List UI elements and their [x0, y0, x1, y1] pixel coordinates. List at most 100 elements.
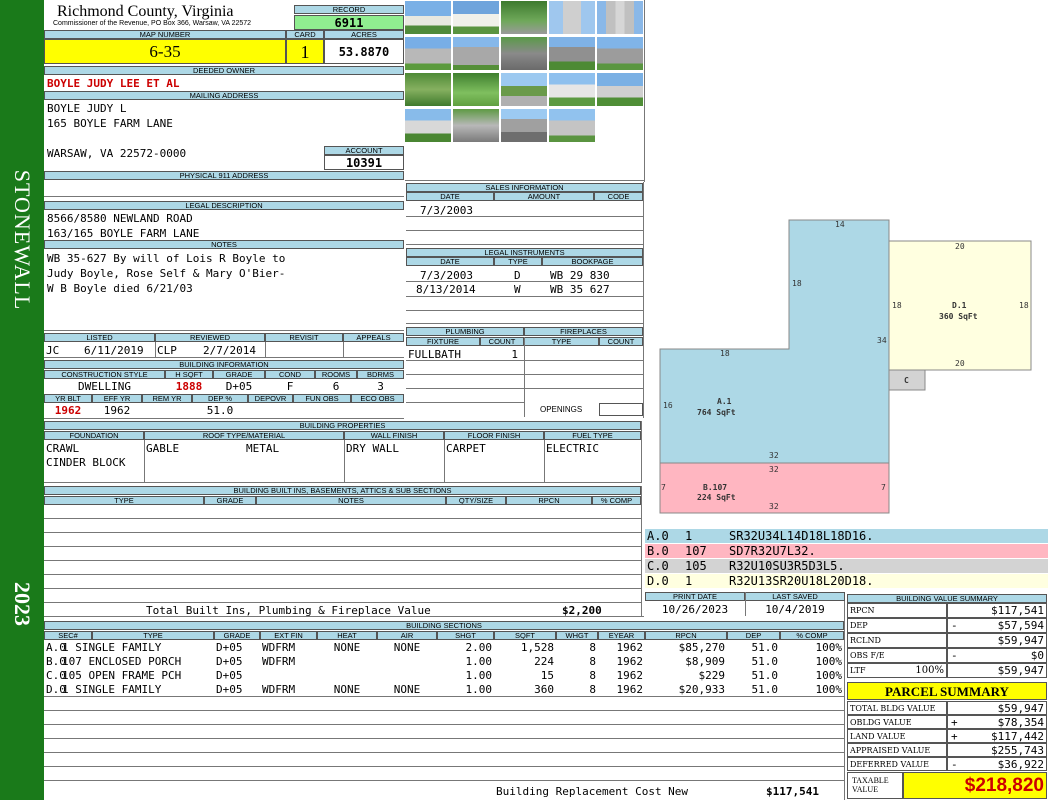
- parcel-op: +: [951, 716, 958, 729]
- bltin-col-qty: QTY/SIZE: [446, 496, 506, 505]
- photo[interactable]: [501, 37, 547, 70]
- building-sketch[interactable]: A.1 764 SqFt B.107 224 SqFt C D.1 360 Sq…: [645, 200, 1050, 520]
- parcel-value: + $117,442: [947, 729, 1047, 743]
- instruments-col-bookpage: BOOKPAGE: [542, 257, 643, 266]
- vector-code: 1: [685, 529, 693, 543]
- vector-path: SR32U34L14D18L18D16.: [729, 529, 874, 543]
- parcel-amount: $255,743: [991, 744, 1044, 757]
- section-cell: 1 SINGLE FAMILY: [62, 641, 162, 654]
- rooms: 6: [332, 380, 340, 393]
- parcel-amount: $36,922: [997, 758, 1044, 771]
- bi-col: DEPOVR: [248, 394, 293, 403]
- photo[interactable]: [501, 1, 547, 34]
- plumbing-header: PLUMBING: [406, 327, 524, 336]
- district-label: STONEWALL: [10, 169, 35, 311]
- bi-col: BDRMS: [357, 370, 404, 379]
- section-cell: NONE: [333, 641, 361, 654]
- section-cell: WDFRM: [262, 641, 296, 654]
- instrument-date: 8/13/2014: [416, 283, 476, 296]
- sketch-label-c: C: [904, 376, 909, 385]
- section-cell: 100%: [815, 655, 843, 668]
- sketch-label-a: A.1: [717, 397, 732, 406]
- dim-b-left: 7: [661, 483, 666, 492]
- section-cell: WDFRM: [262, 655, 296, 668]
- value-summary-key-text: OBS F/E: [850, 651, 885, 660]
- photo[interactable]: [549, 1, 595, 34]
- section-col: SHGT: [437, 631, 494, 640]
- photo[interactable]: [453, 73, 499, 106]
- photo[interactable]: [549, 73, 595, 106]
- value-summary-key: RCLND: [847, 633, 947, 648]
- dim-a-top: 14: [835, 220, 845, 229]
- bltin-col-type: TYPE: [44, 496, 204, 505]
- photo[interactable]: [453, 37, 499, 70]
- vector-path: R32U13SR20U18L20D18.: [729, 574, 874, 588]
- builtins-header: BUILDING BUILT INS, BASEMENTS, ATTICS & …: [44, 486, 641, 495]
- dim-a-bottom: 32: [769, 451, 779, 460]
- value-summary-key: RPCN: [847, 603, 947, 618]
- section-col: RPCN: [645, 631, 727, 640]
- reviewed-by: CLP: [157, 344, 177, 357]
- section-col: SEC#: [44, 631, 92, 640]
- section-col: EYEAR: [598, 631, 645, 640]
- bi-col: CONSTRUCTION STYLE: [44, 370, 165, 379]
- photo[interactable]: [549, 37, 595, 70]
- photo[interactable]: [549, 109, 595, 142]
- vector-path: SD7R32U7L32.: [729, 544, 816, 558]
- parcel-value: + $78,354: [947, 715, 1047, 729]
- value-summary-header: BUILDING VALUE SUMMARY: [847, 594, 1047, 603]
- section-col: DEP: [727, 631, 780, 640]
- dim-a-left: 16: [663, 401, 673, 410]
- value-summary-amount: $59,947: [997, 664, 1044, 677]
- parcel-value: $255,743: [947, 743, 1047, 757]
- dim-b-bottom: 32: [769, 502, 779, 511]
- parcel-key: APPRAISED VALUE: [847, 743, 947, 757]
- section-cell: 100%: [815, 641, 843, 654]
- sketch-label-d: D.1: [952, 301, 967, 310]
- value-summary-value: - $57,594: [947, 618, 1047, 633]
- photo[interactable]: [453, 1, 499, 34]
- card-header: CARD: [286, 30, 324, 39]
- dim-a-right: 34: [877, 336, 887, 345]
- section-cell: D+05: [216, 641, 243, 654]
- sketch-label-b: B.107: [703, 483, 727, 492]
- plumbing-col-count: COUNT: [480, 337, 524, 346]
- dep-pct: 51.0: [206, 404, 234, 417]
- construction-style: DWELLING: [78, 380, 131, 393]
- bi-col: FUN OBS: [293, 394, 351, 403]
- prop-col-wall: WALL FINISH: [344, 431, 444, 440]
- instrument-bookpage: WB 35 627: [550, 283, 610, 296]
- ltf-pct: 100%: [915, 665, 944, 676]
- map-number: 6-35: [44, 39, 286, 64]
- record-header: RECORD: [294, 5, 404, 14]
- photo[interactable]: [501, 109, 547, 142]
- replacement-value: $117,541: [766, 785, 819, 798]
- value-summary-key-text: RPCN: [850, 606, 875, 615]
- section-cell: 105 OPEN FRAME PCH: [62, 669, 182, 682]
- grade: D+05: [225, 380, 253, 393]
- photo[interactable]: [405, 73, 451, 106]
- section-cell: 1,528: [520, 641, 554, 654]
- photo[interactable]: [597, 1, 643, 34]
- sales-col-amount: AMOUNT: [494, 192, 594, 201]
- photo[interactable]: [405, 1, 451, 34]
- sales-col-code: CODE: [594, 192, 643, 201]
- section-col: % COMP: [780, 631, 844, 640]
- photo[interactable]: [597, 37, 643, 70]
- section-cell: 15: [540, 669, 554, 682]
- section-cell: 51.0: [751, 669, 779, 682]
- parcel-amount: $117,442: [991, 730, 1044, 743]
- section-col: TYPE: [92, 631, 214, 640]
- instruments-col-date: DATE: [406, 257, 494, 266]
- photo[interactable]: [597, 73, 643, 106]
- building-info-header: BUILDING INFORMATION: [44, 360, 404, 369]
- instruments-col-type: TYPE: [494, 257, 542, 266]
- side-bar: [0, 0, 44, 800]
- photo[interactable]: [453, 109, 499, 142]
- photo[interactable]: [501, 73, 547, 106]
- sales-col-date: DATE: [406, 192, 494, 201]
- photo[interactable]: [405, 109, 451, 142]
- vector-section: C.0: [647, 559, 669, 573]
- photo[interactable]: [405, 37, 451, 70]
- card-number: 1: [286, 39, 324, 64]
